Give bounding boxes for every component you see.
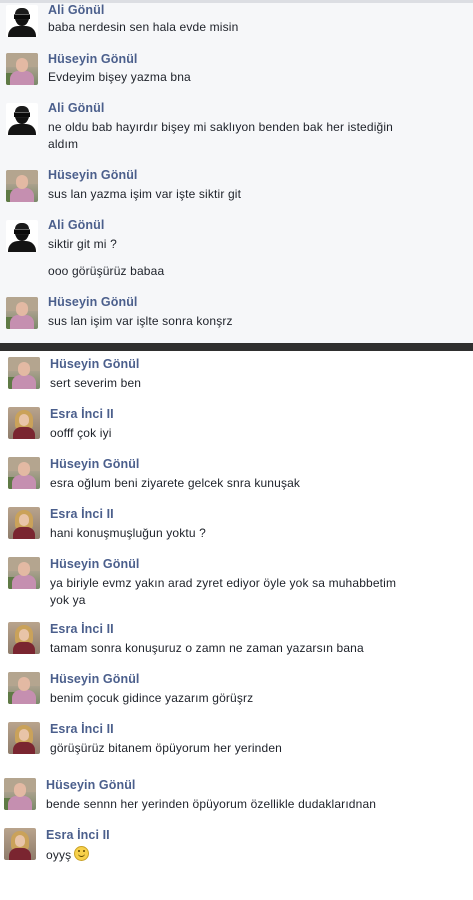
avatar[interactable] (8, 672, 40, 704)
author-name[interactable]: Hüseyin Gönül (48, 168, 138, 182)
message-text-content: oyyş (46, 848, 72, 862)
message-text: esra oğlum beni ziyarete gelcek snra kun… (50, 476, 301, 490)
message-text: yok ya (50, 593, 86, 607)
screenshot-divider (0, 343, 473, 351)
author-name[interactable]: Esra İnci II (50, 622, 114, 636)
message-text: ooo görüşürüz babaa (48, 264, 165, 278)
message-text: görüşürüz bitanem öpüyorum her yerinden (50, 741, 282, 755)
author-name[interactable]: Ali Gönül (48, 218, 104, 232)
avatar[interactable] (6, 53, 38, 85)
avatar[interactable] (8, 357, 40, 389)
message-text: sus lan yazma işim var işte siktir git (48, 187, 242, 201)
avatar[interactable] (8, 722, 40, 754)
message-text: ya biriyle evmz yakın arad zyret ediyor … (50, 576, 397, 590)
message-text: sus lan işim var işlte sonra konşrz (48, 314, 233, 328)
message-text: sert severim ben (50, 376, 142, 390)
author-name[interactable]: Hüseyin Gönül (50, 357, 140, 371)
smiley-icon (74, 846, 90, 861)
avatar[interactable] (8, 557, 40, 589)
avatar[interactable] (6, 103, 38, 135)
author-name[interactable]: Hüseyin Gönül (46, 778, 136, 792)
message-text: Evdeyim bişey yazma bna (48, 70, 191, 84)
bottom-chat-panel: Hüseyin Gönül sert severim ben Esra İnci… (0, 351, 473, 900)
author-name[interactable]: Esra İnci II (46, 828, 110, 842)
author-name[interactable]: Hüseyin Gönül (50, 557, 140, 571)
message-text: benim çocuk gidince yazarım görüşrz (50, 691, 254, 705)
avatar[interactable] (8, 407, 40, 439)
avatar[interactable] (4, 778, 36, 810)
avatar[interactable] (8, 622, 40, 654)
message-text: ne oldu bab hayırdır bişey mi saklıyon b… (48, 120, 393, 134)
message-text: bende sennn her yerinden öpüyorum özelli… (46, 797, 377, 811)
message-text: oyyş (46, 846, 90, 864)
author-name[interactable]: Esra İnci II (50, 507, 114, 521)
author-name[interactable]: Esra İnci II (50, 722, 114, 736)
author-name[interactable]: Hüseyin Gönül (48, 295, 138, 309)
message-text: hani konuşmuşluğun yoktu ? (50, 526, 206, 540)
top-chat-panel: Ali Gönül baba nerdesin sen hala evde mi… (0, 0, 473, 343)
avatar[interactable] (6, 5, 38, 37)
avatar[interactable] (8, 507, 40, 539)
author-name[interactable]: Esra İnci II (50, 407, 114, 421)
author-name[interactable]: Hüseyin Gönül (50, 457, 140, 471)
author-name[interactable]: Hüseyin Gönül (50, 672, 140, 686)
message-text: tamam sonra konuşuruz o zamn ne zaman ya… (50, 641, 364, 655)
message-text: baba nerdesin sen hala evde misin (48, 20, 239, 34)
author-name[interactable]: Ali Gönül (48, 101, 104, 115)
message-text: oofff çok iyi (50, 426, 112, 440)
avatar[interactable] (6, 297, 38, 329)
author-name[interactable]: Hüseyin Gönül (48, 52, 138, 66)
message-text: siktir git mi ? (48, 237, 117, 251)
author-name[interactable]: Ali Gönül (48, 3, 104, 17)
message-text: aldım (48, 137, 79, 151)
avatar[interactable] (6, 170, 38, 202)
avatar[interactable] (4, 828, 36, 860)
avatar[interactable] (6, 220, 38, 252)
avatar[interactable] (8, 457, 40, 489)
